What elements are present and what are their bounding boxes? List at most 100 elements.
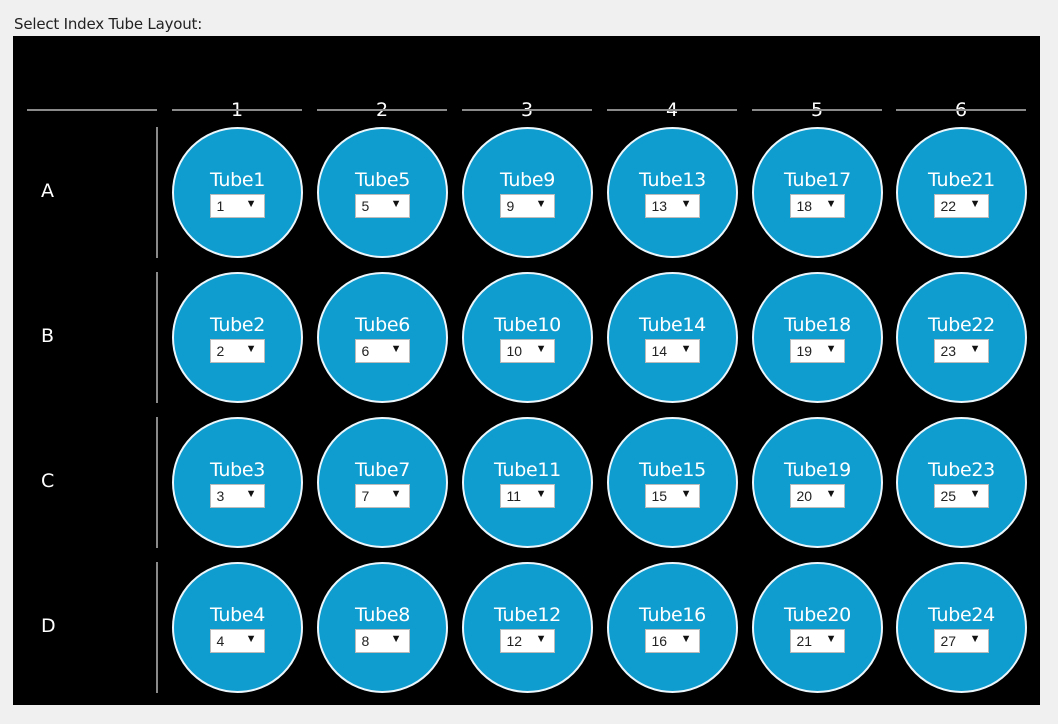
dropdown-value: 10 [506, 343, 523, 359]
tube-label: Tube4 [209, 604, 266, 626]
dropdown-value: 7 [361, 488, 370, 504]
index-dropdown[interactable]: 27 ▼ [933, 629, 989, 653]
tube-label: Tube22 [928, 314, 995, 336]
dropdown-value: 12 [506, 633, 523, 649]
tube-well: Tube2 2 ▼ [172, 272, 303, 403]
tube-layout-grid: 123456ATube11▼Tube55▼Tube99▼Tube1313▼Tub… [13, 36, 1040, 705]
index-dropdown[interactable]: 13 ▼ [644, 194, 700, 218]
tube-well: Tube12 12 ▼ [462, 562, 593, 693]
column-header-divider [462, 109, 592, 111]
row-header-d: D [41, 615, 56, 637]
layout-title: Select Index Tube Layout: [14, 15, 203, 33]
dropdown-value: 21 [796, 633, 813, 649]
tube-well: Tube24 27 ▼ [896, 562, 1027, 693]
tube-well: Tube6 6 ▼ [317, 272, 448, 403]
dropdown-value: 11 [506, 488, 522, 504]
index-dropdown[interactable]: 3 ▼ [209, 484, 265, 508]
dropdown-value: 9 [506, 198, 515, 214]
row-header-b: B [41, 325, 55, 347]
triangle-down-icon: ▼ [825, 198, 837, 210]
index-dropdown[interactable]: 6 ▼ [354, 339, 410, 363]
index-dropdown[interactable]: 12 ▼ [499, 629, 555, 653]
dropdown-value: 18 [796, 198, 813, 214]
tube-label: Tube24 [928, 604, 995, 626]
tube-label: Tube3 [209, 459, 266, 481]
dropdown-value: 4 [216, 633, 225, 649]
tube-well: Tube1 1 ▼ [172, 127, 303, 258]
index-dropdown[interactable]: 4 ▼ [209, 629, 265, 653]
tube-label: Tube21 [928, 169, 995, 191]
tube-well: Tube10 10 ▼ [462, 272, 593, 403]
triangle-down-icon: ▼ [680, 488, 692, 500]
tube-label: Tube13 [639, 169, 706, 191]
tube-well: Tube13 13 ▼ [607, 127, 738, 258]
index-dropdown[interactable]: 11 ▼ [499, 484, 555, 508]
triangle-down-icon: ▼ [245, 198, 257, 210]
index-dropdown[interactable]: 8 ▼ [354, 629, 410, 653]
tube-well: Tube17 18 ▼ [752, 127, 883, 258]
index-dropdown[interactable]: 7 ▼ [354, 484, 410, 508]
dropdown-value: 14 [651, 343, 668, 359]
row-divider [156, 127, 158, 258]
tube-well: Tube16 16 ▼ [607, 562, 738, 693]
index-dropdown[interactable]: 23 ▼ [933, 339, 989, 363]
dropdown-value: 23 [940, 343, 957, 359]
triangle-down-icon: ▼ [825, 343, 837, 355]
dropdown-value: 16 [651, 633, 668, 649]
tube-label: Tube10 [494, 314, 561, 336]
column-header-divider [896, 109, 1026, 111]
triangle-down-icon: ▼ [535, 633, 547, 645]
dropdown-value: 2 [216, 343, 225, 359]
tube-well: Tube22 23 ▼ [896, 272, 1027, 403]
index-dropdown[interactable]: 10 ▼ [499, 339, 555, 363]
index-dropdown[interactable]: 19 ▼ [789, 339, 845, 363]
row-divider [156, 417, 158, 548]
dropdown-value: 6 [361, 343, 370, 359]
tube-label: Tube2 [209, 314, 266, 336]
index-dropdown[interactable]: 15 ▼ [644, 484, 700, 508]
tube-well: Tube4 4 ▼ [172, 562, 303, 693]
triangle-down-icon: ▼ [969, 198, 981, 210]
index-dropdown[interactable]: 14 ▼ [644, 339, 700, 363]
triangle-down-icon: ▼ [535, 343, 547, 355]
triangle-down-icon: ▼ [969, 633, 981, 645]
triangle-down-icon: ▼ [390, 343, 402, 355]
index-dropdown[interactable]: 22 ▼ [933, 194, 989, 218]
index-dropdown[interactable]: 25 ▼ [933, 484, 989, 508]
triangle-down-icon: ▼ [390, 633, 402, 645]
index-dropdown[interactable]: 21 ▼ [789, 629, 845, 653]
dropdown-value: 22 [940, 198, 957, 214]
index-dropdown[interactable]: 2 ▼ [209, 339, 265, 363]
tube-label: Tube14 [639, 314, 706, 336]
triangle-down-icon: ▼ [969, 343, 981, 355]
column-header-divider [172, 109, 302, 111]
row-divider [156, 562, 158, 693]
index-dropdown[interactable]: 18 ▼ [789, 194, 845, 218]
index-dropdown[interactable]: 1 ▼ [209, 194, 265, 218]
index-dropdown[interactable]: 16 ▼ [644, 629, 700, 653]
triangle-down-icon: ▼ [245, 633, 257, 645]
tube-well: Tube20 21 ▼ [752, 562, 883, 693]
dropdown-value: 20 [796, 488, 813, 504]
dropdown-value: 13 [651, 198, 668, 214]
dropdown-value: 15 [651, 488, 668, 504]
tube-label: Tube15 [639, 459, 706, 481]
index-dropdown[interactable]: 9 ▼ [499, 194, 555, 218]
row-divider [156, 272, 158, 403]
index-dropdown[interactable]: 5 ▼ [354, 194, 410, 218]
triangle-down-icon: ▼ [535, 198, 547, 210]
column-header-divider [317, 109, 447, 111]
tube-label: Tube20 [784, 604, 851, 626]
dropdown-value: 19 [796, 343, 813, 359]
tube-well: Tube8 8 ▼ [317, 562, 448, 693]
tube-well: Tube3 3 ▼ [172, 417, 303, 548]
triangle-down-icon: ▼ [969, 488, 981, 500]
tube-label: Tube16 [639, 604, 706, 626]
tube-label: Tube11 [494, 459, 561, 481]
tube-well: Tube23 25 ▼ [896, 417, 1027, 548]
tube-well: Tube14 14 ▼ [607, 272, 738, 403]
triangle-down-icon: ▼ [680, 198, 692, 210]
index-dropdown[interactable]: 20 ▼ [789, 484, 845, 508]
tube-label: Tube18 [784, 314, 851, 336]
header-divider [27, 109, 157, 111]
